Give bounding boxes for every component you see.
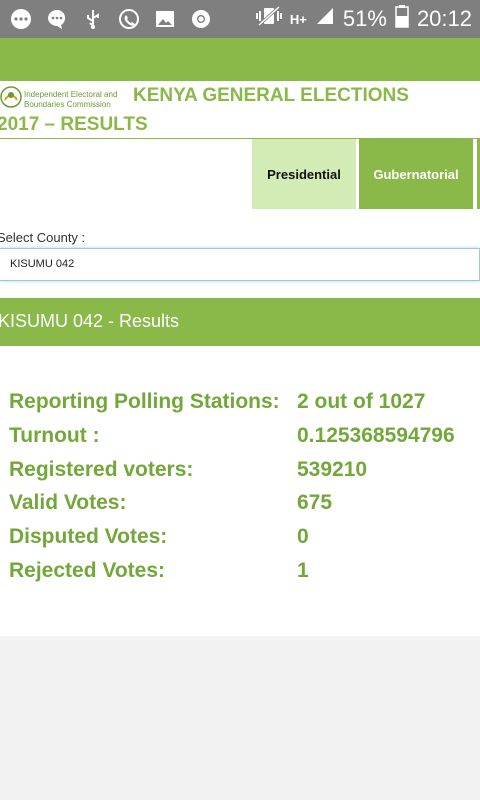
system-indicators: H+ 51% 20:12 [255, 0, 472, 38]
result-value: 0.125368594796 [297, 424, 455, 447]
whatsapp-icon [116, 6, 142, 32]
app-top-bar [0, 38, 480, 81]
signal-icon [315, 6, 335, 32]
results-panel: Reporting Polling Stations: 2 out of 102… [0, 346, 480, 636]
county-select-label: Select County : [0, 230, 86, 245]
result-label: Valid Votes: [9, 491, 127, 514]
notification-icons [8, 6, 214, 32]
result-row-turnout: Turnout : 0.125368594796 [0, 424, 480, 454]
gallery-icon [152, 6, 178, 32]
messaging-icon [44, 6, 70, 32]
result-value: 0 [297, 525, 309, 548]
results-title: KISUMU 042 - Results [0, 311, 180, 331]
result-label: Turnout : [9, 424, 100, 447]
logo-text: Independent Electoral and Boundaries Com… [24, 89, 118, 109]
result-row-valid-votes: Valid Votes: 675 [0, 491, 480, 521]
result-label: Reporting Polling Stations: [9, 390, 280, 413]
result-value: 1 [297, 559, 309, 582]
page-title: KENYA GENERAL ELECTIONS [133, 85, 409, 106]
county-select-value: KISUMU 042 [10, 258, 75, 270]
county-select[interactable]: KISUMU 042 [0, 248, 480, 281]
chrome-icon [188, 6, 214, 32]
result-row-rejected-votes: Rejected Votes: 1 [0, 559, 480, 589]
results-header: KISUMU 042 - Results [0, 298, 480, 346]
battery-icon [395, 4, 409, 34]
usb-icon [80, 6, 106, 32]
result-label: Disputed Votes: [9, 525, 168, 548]
clock: 20:12 [416, 6, 472, 31]
result-row-registered-voters: Registered voters: 539210 [0, 458, 480, 488]
battery-percent: 51% [342, 6, 387, 31]
result-value: 539210 [297, 458, 368, 481]
election-tabs: Presidential Gubernatorial [0, 139, 480, 209]
result-label: Rejected Votes: [9, 559, 165, 582]
site-header: Independent Electoral and Boundaries Com… [0, 81, 480, 139]
result-label: Registered voters: [9, 458, 194, 481]
keyboard-icon [8, 6, 34, 32]
result-row-polling-stations: Reporting Polling Stations: 2 out of 102… [0, 390, 480, 420]
result-value: 675 [297, 491, 333, 514]
iebc-logo[interactable]: Independent Electoral and Boundaries Com… [0, 85, 128, 114]
status-bar: H+ 51% 20:12 [0, 0, 480, 38]
network-type: H+ [289, 11, 307, 27]
iebc-emblem-icon [0, 85, 22, 114]
county-selector: Select County : KISUMU 042 [0, 209, 480, 298]
tab-presidential[interactable]: Presidential [252, 139, 356, 209]
result-row-disputed-votes: Disputed Votes: 0 [0, 525, 480, 555]
page-subtitle: 2017 – RESULTS [0, 114, 148, 135]
vibrate-icon [255, 5, 282, 33]
tab-gubernatorial[interactable]: Gubernatorial [359, 139, 473, 209]
result-value: 2 out of 1027 [297, 390, 426, 413]
